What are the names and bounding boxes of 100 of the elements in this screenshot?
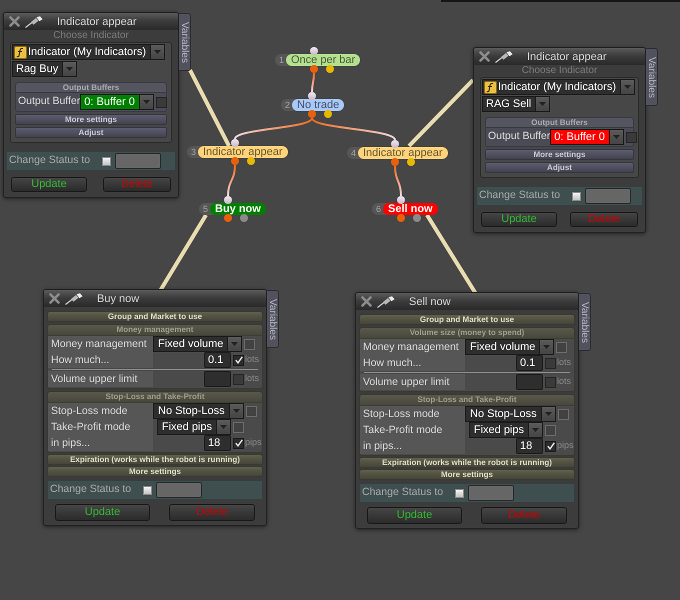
status-field[interactable] xyxy=(156,482,202,498)
settings-bar[interactable]: Adjust xyxy=(15,127,167,138)
value-field[interactable]: 0.1 xyxy=(204,352,231,368)
update-button[interactable]: Update xyxy=(55,504,150,521)
checkbox[interactable] xyxy=(102,156,112,166)
name-dropdown[interactable]: Rag Buy xyxy=(12,61,78,77)
checkbox[interactable] xyxy=(233,354,244,366)
unit-label: pips xyxy=(557,439,573,452)
field-label: Take-Profit mode xyxy=(360,422,465,438)
update-button[interactable]: Update xyxy=(367,507,462,524)
status-field[interactable] xyxy=(115,153,162,169)
pin-icon[interactable] xyxy=(25,16,43,28)
variables-tab[interactable]: Variables xyxy=(267,290,279,348)
caret-icon xyxy=(66,67,74,71)
buffer-dropdown[interactable]: 0: Buffer 0 xyxy=(80,94,154,110)
group-heading: Output Buffers xyxy=(486,118,633,128)
node-label[interactable]: Indicator appear xyxy=(198,146,288,158)
checkbox[interactable] xyxy=(233,374,244,384)
unit-label: lots xyxy=(557,375,572,388)
caret-icon xyxy=(220,425,227,429)
node-label[interactable]: No trade xyxy=(292,99,344,111)
panel-title: Buy now xyxy=(97,292,140,306)
node-label[interactable]: Sell now xyxy=(383,203,438,215)
pin-icon[interactable] xyxy=(65,292,83,304)
value-field[interactable] xyxy=(516,374,543,390)
settings-bar[interactable]: More settings xyxy=(485,149,634,160)
input-port-icon[interactable] xyxy=(391,140,399,148)
pin-icon[interactable] xyxy=(495,50,513,62)
node-label[interactable]: Buy now xyxy=(210,203,266,215)
status-field[interactable] xyxy=(585,188,632,204)
checkbox[interactable] xyxy=(545,376,556,388)
caret-icon xyxy=(544,412,552,416)
field-label: Take-Profit mode xyxy=(48,419,153,435)
unit-label: lots xyxy=(245,372,260,386)
group-heading: Output Buffers xyxy=(16,83,166,93)
section-bar[interactable]: Group and Market to use xyxy=(359,314,575,325)
input-port-icon[interactable] xyxy=(397,196,405,204)
close-icon[interactable] xyxy=(361,296,372,307)
unit-label: lots xyxy=(557,356,572,370)
group-heading: Money management xyxy=(48,325,262,336)
section-bar[interactable]: More settings xyxy=(47,466,263,477)
name-dropdown[interactable]: RAG Sell xyxy=(482,96,550,112)
close-icon[interactable] xyxy=(479,51,490,62)
section-bar[interactable]: Group and Market to use xyxy=(47,311,263,322)
indicator-dropdown[interactable]: Indicator (My Indicators) xyxy=(482,79,635,95)
function-icon xyxy=(484,80,497,94)
node-label[interactable]: Once per bar xyxy=(286,54,360,66)
checkbox[interactable] xyxy=(545,358,556,368)
update-button[interactable]: Update xyxy=(11,177,87,192)
value-field[interactable]: 18 xyxy=(516,438,543,454)
connector-line xyxy=(394,166,402,196)
caret-icon xyxy=(231,342,238,346)
close-icon[interactable] xyxy=(9,16,20,27)
input-port-icon[interactable] xyxy=(310,47,318,55)
settings-bar[interactable]: Adjust xyxy=(485,162,634,173)
checkbox[interactable] xyxy=(156,96,167,108)
checkbox[interactable] xyxy=(143,486,152,494)
caret-icon xyxy=(539,102,546,106)
section-caption: Choose Indicator xyxy=(520,65,598,77)
input-port-icon[interactable] xyxy=(224,196,232,204)
settings-bar[interactable]: More settings xyxy=(15,114,167,125)
value-field[interactable] xyxy=(204,371,231,387)
pin-icon[interactable] xyxy=(377,296,395,308)
group-heading: Stop-Loss and Take-Profit xyxy=(360,395,574,406)
variables-tab[interactable]: Variables xyxy=(579,293,591,351)
indicator-dropdown[interactable]: Indicator (My Indicators) xyxy=(12,44,165,60)
value-field[interactable]: 18 xyxy=(204,435,231,451)
value-field[interactable]: 0.1 xyxy=(516,355,543,371)
field-label: in pips... xyxy=(360,438,465,454)
section-bar[interactable]: Expiration (works while the robot is running) xyxy=(359,457,575,468)
checkmark-icon xyxy=(546,442,554,450)
caret-icon xyxy=(232,409,240,413)
field-label: Money management xyxy=(360,339,465,355)
checkbox[interactable] xyxy=(545,440,556,452)
update-button[interactable]: Update xyxy=(481,212,557,227)
caret-icon xyxy=(142,100,150,104)
variables-tab[interactable]: Variables xyxy=(646,48,658,106)
section-bar[interactable]: Expiration (works while the robot is running) xyxy=(47,454,263,465)
node-label[interactable]: Indicator appear xyxy=(358,147,448,159)
field-label: How much... xyxy=(48,352,153,368)
checkbox[interactable] xyxy=(455,488,464,498)
unit-label: lots xyxy=(245,353,260,366)
checkbox[interactable] xyxy=(626,132,637,142)
field-label: Stop-Loss mode xyxy=(48,403,153,419)
close-icon[interactable] xyxy=(49,293,60,304)
input-port-icon[interactable] xyxy=(231,139,239,147)
section-bar[interactable]: More settings xyxy=(359,469,575,480)
status-field[interactable] xyxy=(468,485,514,501)
status-label: Change Status to xyxy=(50,482,132,498)
buffer-dropdown[interactable]: 0: Buffer 0 xyxy=(550,129,624,145)
section-caption: Choose Indicator xyxy=(52,30,130,42)
input-port-icon[interactable] xyxy=(308,92,316,100)
leader-line xyxy=(408,78,474,148)
field-label: Stop-Loss mode xyxy=(360,406,465,422)
checkbox[interactable] xyxy=(233,438,244,448)
unit-label: pips xyxy=(245,436,261,450)
checkbox[interactable] xyxy=(572,192,582,200)
field-label: in pips... xyxy=(48,435,153,451)
variables-tab[interactable]: Variables xyxy=(179,13,191,71)
panel-title: Indicator appear xyxy=(527,50,606,64)
